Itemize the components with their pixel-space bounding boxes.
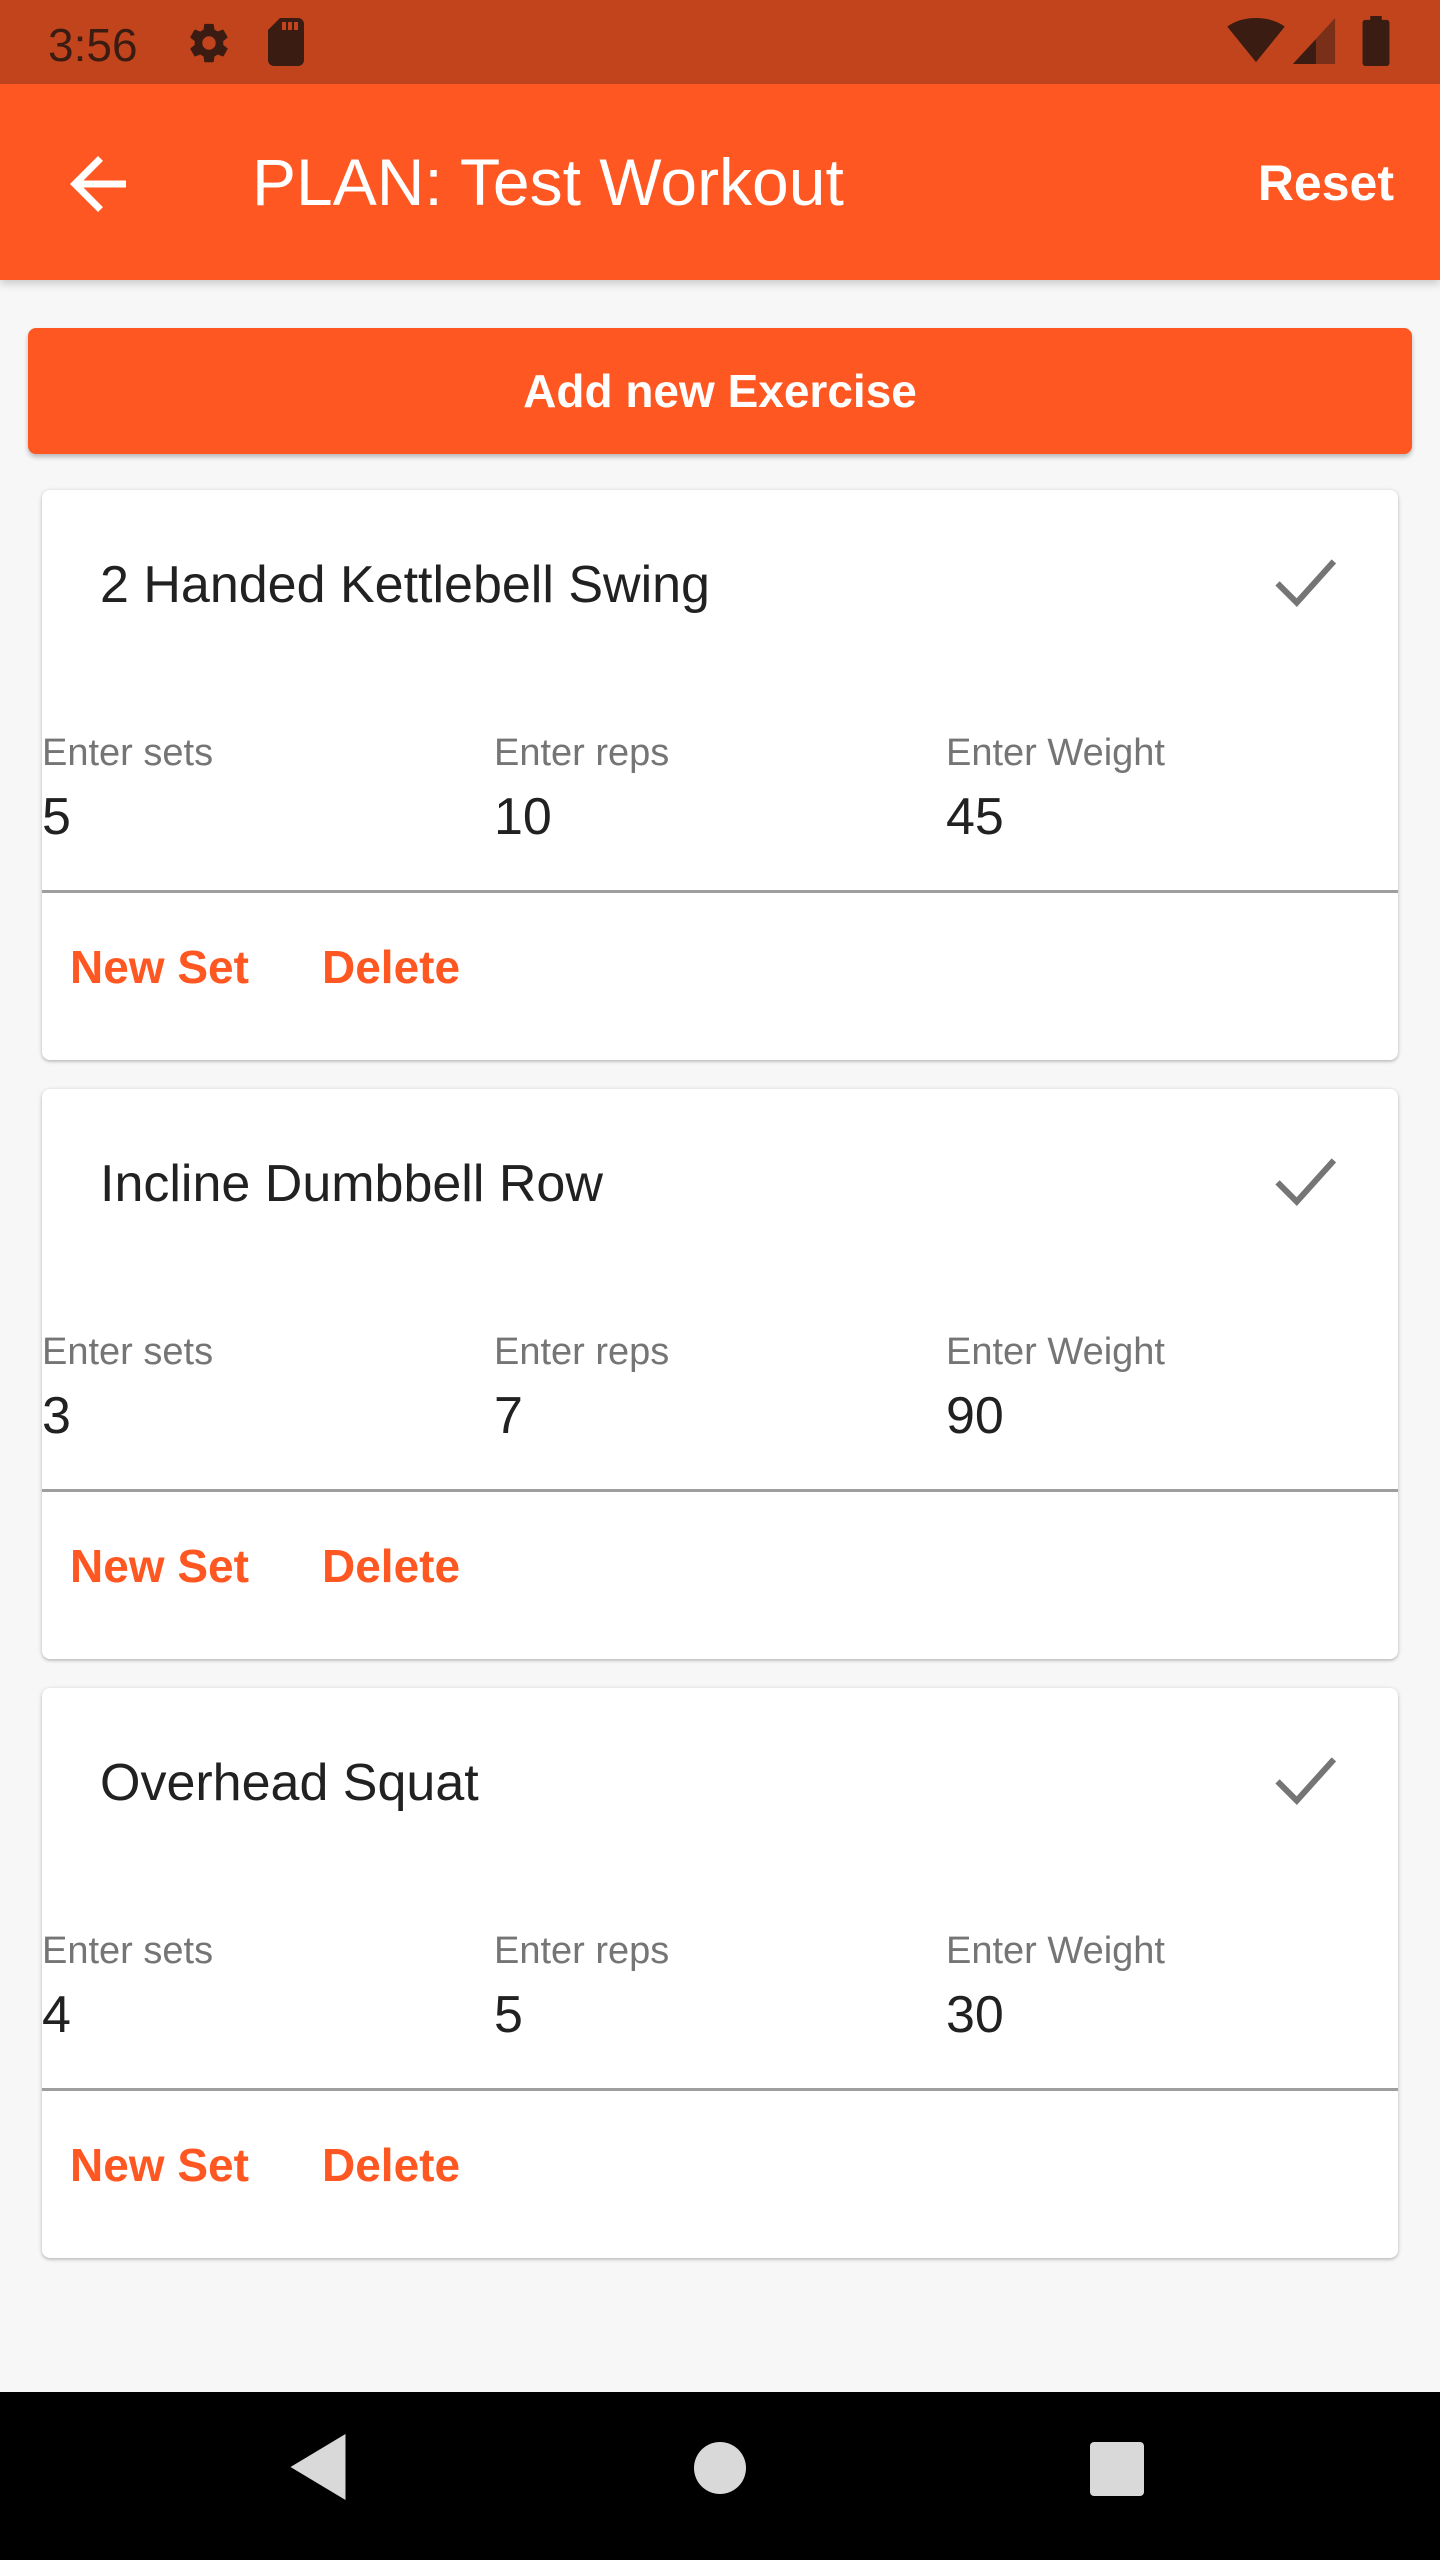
reps-value[interactable]: 7 [494, 1383, 934, 1449]
weight-value[interactable]: 30 [946, 1982, 1386, 2048]
sets-label: Enter sets [42, 732, 214, 774]
card-divider [42, 890, 1398, 893]
check-icon[interactable] [1272, 1752, 1338, 1808]
reps-label: Enter reps [494, 1331, 670, 1373]
new-set-button[interactable]: New Set [70, 932, 249, 1002]
weight-value[interactable]: 45 [946, 784, 1386, 850]
reps-label: Enter reps [494, 1930, 670, 1972]
card-divider [42, 1489, 1398, 1492]
navigation-bar [0, 2392, 1440, 2560]
new-set-button[interactable]: New Set [70, 1531, 249, 1601]
exercise-card: Overhead Squat Enter sets 4 Enter reps 5… [42, 1688, 1398, 2258]
reset-button[interactable]: Reset [1258, 146, 1394, 220]
status-time: 3:56 [48, 19, 138, 71]
reps-label: Enter reps [494, 732, 670, 774]
reps-value[interactable]: 10 [494, 784, 934, 850]
settings-icon [190, 23, 228, 63]
reps-field[interactable]: Enter reps 5 [494, 1926, 934, 2066]
weight-field[interactable]: Enter Weight 90 [946, 1327, 1386, 1467]
nav-home-icon[interactable] [694, 2442, 746, 2494]
weight-field[interactable]: Enter Weight 30 [946, 1926, 1386, 2066]
exercise-name: Overhead Squat [100, 1754, 479, 1812]
weight-label: Enter Weight [946, 1930, 1165, 1972]
arrow-back-icon[interactable] [56, 142, 140, 226]
reps-field[interactable]: Enter reps 7 [494, 1327, 934, 1467]
sd-card-icon [268, 18, 304, 66]
new-set-button[interactable]: New Set [70, 2130, 249, 2200]
sets-value[interactable]: 4 [42, 1982, 482, 2048]
exercise-card: 2 Handed Kettlebell Swing Enter sets 5 E… [42, 490, 1398, 1060]
sets-value[interactable]: 5 [42, 784, 482, 850]
status-bar: 3:56 [0, 0, 1440, 84]
nav-back-icon[interactable] [290, 2434, 346, 2500]
sets-field[interactable]: Enter sets 3 [42, 1327, 482, 1467]
weight-value[interactable]: 90 [946, 1383, 1386, 1449]
wifi-icon [1227, 18, 1285, 63]
check-icon[interactable] [1272, 1153, 1338, 1209]
check-icon[interactable] [1272, 554, 1338, 610]
sets-label: Enter sets [42, 1930, 214, 1972]
reps-field[interactable]: Enter reps 10 [494, 728, 934, 868]
sets-label: Enter sets [42, 1331, 214, 1373]
nav-recents-icon[interactable] [1090, 2442, 1144, 2496]
signal-icon [1292, 18, 1336, 64]
sets-field[interactable]: Enter sets 5 [42, 728, 482, 868]
add-exercise-button[interactable]: Add new Exercise [28, 328, 1412, 454]
exercise-name: 2 Handed Kettlebell Swing [100, 556, 710, 614]
delete-button[interactable]: Delete [322, 1531, 460, 1601]
delete-button[interactable]: Delete [322, 932, 460, 1002]
exercise-card: Incline Dumbbell Row Enter sets 3 Enter … [42, 1089, 1398, 1659]
reps-value[interactable]: 5 [494, 1982, 934, 2048]
weight-label: Enter Weight [946, 1331, 1165, 1373]
sets-field[interactable]: Enter sets 4 [42, 1926, 482, 2066]
app-bar: PLAN: Test Workout Reset [0, 84, 1440, 280]
sets-value[interactable]: 3 [42, 1383, 482, 1449]
weight-field[interactable]: Enter Weight 45 [946, 728, 1386, 868]
exercise-name: Incline Dumbbell Row [100, 1155, 603, 1213]
delete-button[interactable]: Delete [322, 2130, 460, 2200]
battery-icon [1362, 16, 1390, 66]
weight-label: Enter Weight [946, 732, 1165, 774]
page-title: PLAN: Test Workout [252, 145, 844, 219]
screen: 3:56 PLAN: Test Workout Reset Add new Ex… [0, 0, 1440, 2560]
card-divider [42, 2088, 1398, 2091]
